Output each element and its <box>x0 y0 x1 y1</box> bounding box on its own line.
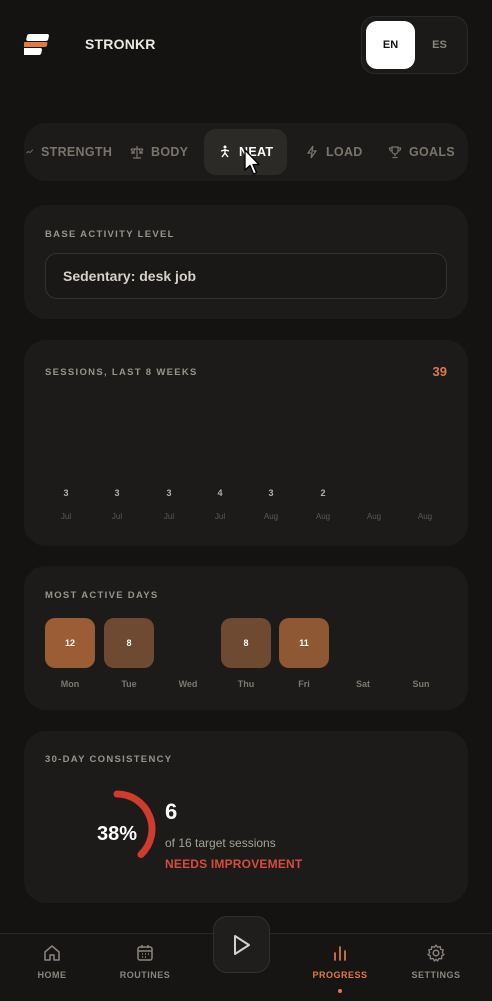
sessions-card: SESSIONS, LAST 8 WEEKS 39 3 Jul 3 Jul 3 Jul 4 J… <box>24 340 468 546</box>
activity-level-select[interactable]: Sedentary: desk job <box>45 253 447 299</box>
active-day-sat: Sat <box>338 618 388 689</box>
session-week-label: Jul <box>111 512 123 521</box>
active-day-label: Fri <box>298 679 310 689</box>
active-indicator-dot <box>338 989 342 993</box>
home-icon <box>44 945 60 961</box>
app-header: STRONKR EN ES <box>0 0 492 90</box>
stronkr-logo-icon <box>24 34 49 55</box>
active-day-count: 8 <box>104 618 154 668</box>
scale-icon <box>130 146 144 159</box>
consistency-label: 30-DAY CONSISTENCY <box>45 754 173 765</box>
session-week-label: Aug <box>366 512 382 521</box>
gear-icon <box>427 944 445 962</box>
app-title: STRONKR <box>85 36 156 52</box>
tab-label: STRENGTH <box>41 145 113 159</box>
active-days-card: MOST ACTIVE DAYS 12 Mon 8 Tue Wed 8 Thu 11 Fri Sa… <box>24 566 468 710</box>
active-day-label: Thu <box>237 679 255 689</box>
tab-label: BODY <box>151 145 189 159</box>
session-week-value: 3 <box>114 488 120 498</box>
session-week-value: 3 <box>63 488 69 498</box>
bolt-icon <box>306 145 318 159</box>
tab-strength[interactable]: STRENGTH <box>26 129 112 175</box>
active-day-thu: 8 Thu <box>221 618 271 689</box>
active-day-mon: 12 Mon <box>45 618 95 689</box>
nav-label: HOME <box>37 970 67 980</box>
consistency-card: 30-DAY CONSISTENCY 38% 6 of 16 target se… <box>24 731 468 903</box>
start-workout-button[interactable] <box>213 916 270 973</box>
session-week-label: Jul <box>214 512 226 521</box>
active-day-count <box>396 618 446 668</box>
consistency-count: 6 <box>165 799 178 824</box>
calendar-icon <box>137 945 153 961</box>
consistency-status: NEEDS IMPROVEMENT <box>165 857 303 871</box>
language-en-button[interactable]: EN <box>366 21 415 69</box>
session-week-value <box>405 488 445 500</box>
session-week-column: 3 Jul <box>46 488 86 521</box>
nav-home[interactable]: HOME <box>12 943 92 980</box>
nav-label: SETTINGS <box>411 970 461 980</box>
nav-label: ROUTINES <box>119 970 171 980</box>
play-icon <box>233 934 250 955</box>
session-week-value: 2 <box>320 488 326 498</box>
session-week-value: 3 <box>166 488 172 498</box>
active-day-count <box>163 618 213 668</box>
session-week-column: 3 Jul <box>149 488 189 521</box>
active-day-tue: 8 Tue <box>104 618 154 689</box>
tab-label: LOAD <box>326 145 363 159</box>
tab-label: GOALS <box>409 145 455 159</box>
session-week-value: 3 <box>268 488 274 498</box>
session-week-label: Jul <box>163 512 175 521</box>
active-day-count: 12 <box>45 618 95 668</box>
language-switch: EN ES <box>361 16 468 74</box>
bar-chart-icon <box>334 946 346 961</box>
active-day-label: Tue <box>121 679 137 689</box>
active-days-label: MOST ACTIVE DAYS <box>45 590 159 601</box>
active-day-count: 8 <box>221 618 271 668</box>
session-week-column: Aug <box>354 488 394 521</box>
session-week-label: Aug <box>417 512 433 521</box>
session-week-column: 4 Jul <box>200 488 240 521</box>
session-week-column: 3 Jul <box>97 488 137 521</box>
active-day-wed: Wed <box>163 618 213 689</box>
session-week-column: Aug <box>405 488 445 521</box>
active-day-label: Sun <box>412 679 430 689</box>
sessions-total: 39 <box>432 364 447 379</box>
activity-level-card: BASE ACTIVITY LEVEL Sedentary: desk job <box>24 205 468 319</box>
nav-settings[interactable]: SETTINGS <box>396 943 476 980</box>
mouse-cursor-icon <box>244 149 260 175</box>
nav-label: PROGRESS <box>312 970 368 980</box>
tab-body[interactable]: BODY <box>130 129 188 175</box>
tab-goals[interactable]: GOALS <box>388 129 455 175</box>
trend-icon <box>26 149 34 154</box>
sessions-label: SESSIONS, LAST 8 WEEKS <box>45 367 198 378</box>
active-day-sun: Sun <box>396 618 446 689</box>
session-week-value: 4 <box>217 488 223 498</box>
session-week-column: 3 Aug <box>251 488 291 521</box>
active-day-label: Mon <box>60 679 80 689</box>
language-es-button[interactable]: ES <box>415 21 464 69</box>
active-day-label: Wed <box>178 679 198 689</box>
session-week-column: 2 Aug <box>303 488 343 521</box>
active-day-fri: 11 Fri <box>279 618 329 689</box>
session-week-label: Jul <box>60 512 72 521</box>
consistency-subtitle: of 16 target sessions <box>165 836 276 850</box>
session-week-label: Aug <box>263 512 279 521</box>
walking-person-icon <box>220 145 230 158</box>
consistency-percent: 38% <box>96 823 138 845</box>
nav-routines[interactable]: ROUTINES <box>105 943 185 980</box>
nav-progress[interactable]: PROGRESS <box>300 943 380 980</box>
session-week-label: Aug <box>315 512 331 521</box>
tab-load[interactable]: LOAD <box>305 129 363 175</box>
trophy-icon <box>388 146 402 159</box>
active-day-count: 11 <box>279 618 329 668</box>
active-day-count <box>338 618 388 668</box>
activity-level-label: BASE ACTIVITY LEVEL <box>45 229 175 240</box>
active-day-label: Sat <box>355 679 370 689</box>
session-week-value <box>354 488 394 500</box>
